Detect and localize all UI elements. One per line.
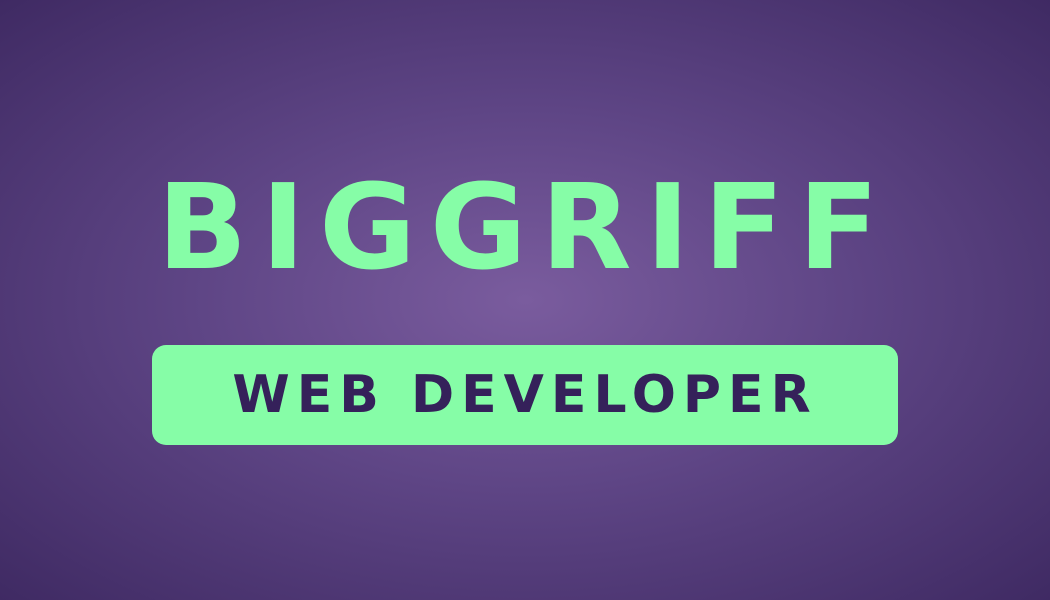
brand-name: BIGGRIFF bbox=[157, 158, 893, 296]
role-label: WEB DEVELOPER bbox=[232, 365, 818, 425]
brand-banner: BIGGRIFF WEB DEVELOPER bbox=[0, 0, 1050, 600]
role-badge: WEB DEVELOPER bbox=[152, 345, 898, 445]
